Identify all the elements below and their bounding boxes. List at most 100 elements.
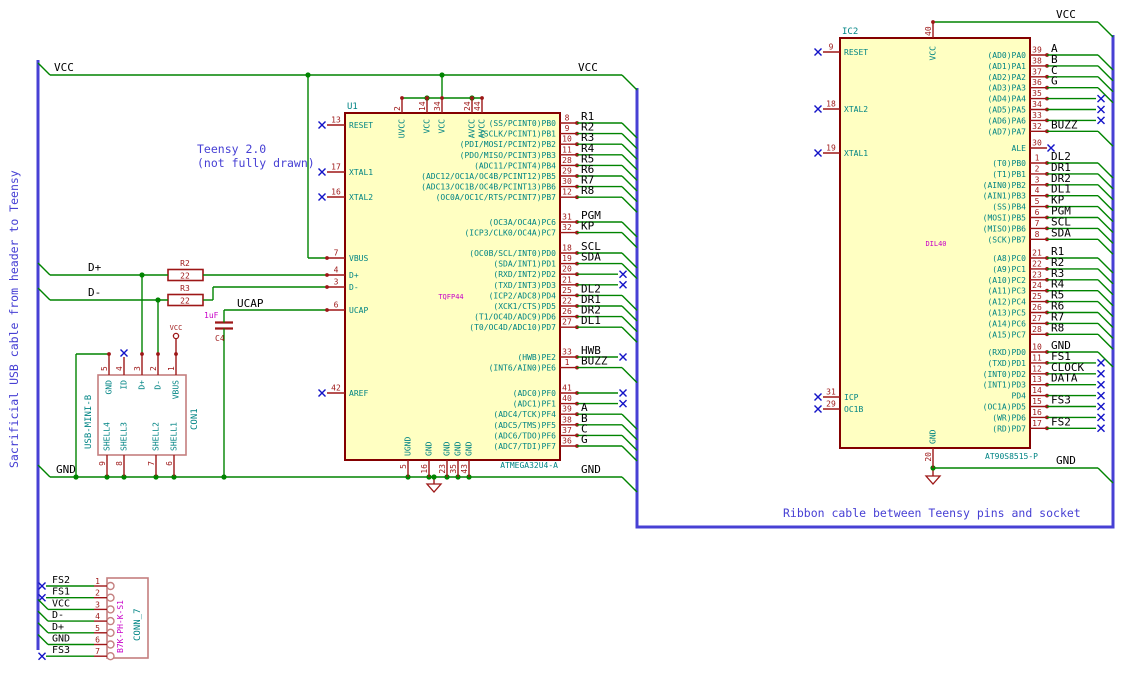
u1-pin-name: D+: [349, 271, 359, 280]
vcc-power-symbol: [172, 332, 180, 340]
ic2-pin-name: (AIN0)PB2: [983, 181, 1027, 190]
pin-end-dot: [325, 273, 329, 277]
note-teensy: (not fully drawn): [197, 156, 315, 170]
note-left-vertical: Sacrificial USB cable from header to Tee…: [7, 170, 21, 468]
u1-pin-number: 20: [562, 265, 572, 274]
ic2-pin-name: (SS)PB4: [992, 203, 1026, 212]
u1-pin-name: (HWB)PE2: [517, 353, 556, 362]
ic2-pin-number: 25: [1032, 292, 1042, 301]
u1-pin-number: 24: [463, 101, 472, 111]
ic2-pin-number: 9: [829, 43, 834, 52]
u1-pin-number: 17: [331, 163, 341, 172]
u1-pin-number: 3: [334, 278, 339, 287]
u1-footprint: TQFP44: [438, 293, 463, 301]
pin-end-dot: [325, 285, 329, 289]
net-label-dminus: D-: [88, 286, 101, 299]
net-label-d-: D-: [52, 610, 64, 621]
u1-pin-name: AREF: [349, 389, 368, 398]
net-label-vcc: VCC: [1056, 8, 1076, 21]
ic2-pin-number: 34: [1032, 100, 1042, 109]
ic2-pin-name: ALE: [1012, 144, 1027, 153]
u1-pin-name: (T0/OC4D/ADC10)PD7: [469, 323, 556, 332]
u1-pin-name: (ADC4/TCK)PF4: [493, 410, 556, 419]
ic2-pin-number: 17: [1032, 419, 1042, 428]
u1-pin-number: 16: [331, 188, 341, 197]
ic2-pin-number: 27: [1032, 314, 1042, 323]
usb-pin-name: SHELL3: [120, 422, 129, 451]
bus-entry: [1097, 130, 1114, 147]
gnd-symbol-icon: [425, 483, 443, 493]
conn7-pin-number: 1: [95, 577, 100, 586]
u1-pin-name: (T1/OC4D/ADC9)PD6: [474, 313, 556, 322]
u1-pin-number: 22: [562, 297, 572, 306]
ic2-pin-name: XTAL1: [844, 149, 868, 158]
ic2-pin-number: 24: [1032, 281, 1042, 290]
usb-pin-number: 4: [115, 366, 124, 371]
ic2-pin-number: 6: [1035, 208, 1040, 217]
ic2-pin-name: XTAL2: [844, 105, 868, 114]
u1-pin-name: (ADC1)PF1: [513, 400, 557, 409]
usb-pin-name: VBUS: [172, 380, 181, 399]
ic2-pin-number: 20: [924, 452, 933, 462]
u1-pin-number: 14: [418, 101, 427, 111]
ic2-pin-number: 4: [1035, 186, 1040, 195]
ic2-pin-number: 11: [1032, 353, 1042, 362]
ic2-pin-name: (AD5)PA5: [987, 106, 1026, 115]
ic2-ref: IC2: [842, 27, 858, 37]
ic2-pin-name: (A14)PC6: [987, 319, 1026, 328]
ic2-pin-number: 35: [1032, 89, 1042, 98]
ic2-pin-name: (SCK)PB7: [987, 235, 1026, 244]
u1-ref: U1: [347, 102, 358, 112]
u1-pin-number: 34: [433, 101, 442, 111]
bus-entry: [37, 62, 51, 76]
net-label-fs2: FS2: [52, 575, 70, 586]
ic2-pin-name: (AD6)PA6: [987, 116, 1026, 125]
r2-value: 22: [180, 272, 190, 281]
u1-pin-name: GND: [443, 441, 452, 456]
ic2-pin-name: VCC: [929, 46, 938, 61]
ic2-pin-number: 3: [1035, 175, 1040, 184]
u1-pin-name: RESET: [349, 121, 373, 130]
u1-pin-number: 44: [473, 101, 482, 111]
net-label-fs3: FS3: [1051, 394, 1071, 407]
conn7-pin-number: 4: [95, 612, 100, 621]
u1-pin-name: D-: [349, 283, 359, 292]
u1-pin-name: (ADC7/TDI)PF7: [493, 442, 556, 451]
usb-pin-number: 3: [133, 366, 142, 371]
ic2-pin-name: (A11)PC3: [987, 287, 1026, 296]
net-label-g: G: [581, 433, 588, 446]
u1-pin-name: (ADC12/OC1A/OC4B/PCINT12)PB5: [421, 172, 556, 181]
u1-pin-number: 8: [565, 114, 570, 123]
ic2-pin-number: 5: [1035, 197, 1040, 206]
net-label-gnd: GND: [52, 634, 70, 645]
net-label-sda: SDA: [581, 251, 601, 264]
net-label-dl1: DL1: [581, 314, 601, 327]
bus-entry: [621, 367, 638, 384]
usb-pin-name: D+: [138, 380, 147, 390]
ic2-pin-number: 1: [1035, 154, 1040, 163]
pin-end-dot: [156, 352, 160, 356]
u1-pin-number: 9: [565, 124, 570, 133]
u1-pin-number: 6: [334, 301, 339, 310]
bus-entry: [1097, 467, 1114, 484]
u1-pin-name: VBUS: [349, 254, 368, 263]
u1-pin-number: 31: [562, 213, 572, 222]
u1-pin-number: 10: [562, 135, 572, 144]
ic2-pin-number: 30: [1032, 139, 1042, 148]
pin-end-dot: [174, 352, 178, 356]
ic2-pin-name: (AD4)PA4: [987, 95, 1026, 104]
u1-pin-number: 27: [562, 318, 572, 327]
conn7-pin-circle: [106, 652, 115, 661]
u1-pin-number: 28: [562, 156, 572, 165]
pin-end-dot: [107, 352, 111, 356]
u1-pin-name: UGND: [404, 437, 413, 456]
net-label-gnd: GND: [581, 463, 601, 476]
u1-pin-name: (OC0B/SCL/INT0)PD0: [469, 249, 556, 258]
pin-end-dot: [440, 96, 444, 100]
ic2-pin-name: (A13)PC5: [987, 309, 1026, 318]
u1-pin-name: (ADC11/PCINT4)PB4: [474, 161, 556, 170]
bus-entry: [1097, 21, 1114, 38]
gnd-symbol-icon: [924, 475, 942, 485]
usb-pin-number: 2: [149, 366, 158, 371]
ic2-pin-number: 38: [1032, 56, 1042, 65]
